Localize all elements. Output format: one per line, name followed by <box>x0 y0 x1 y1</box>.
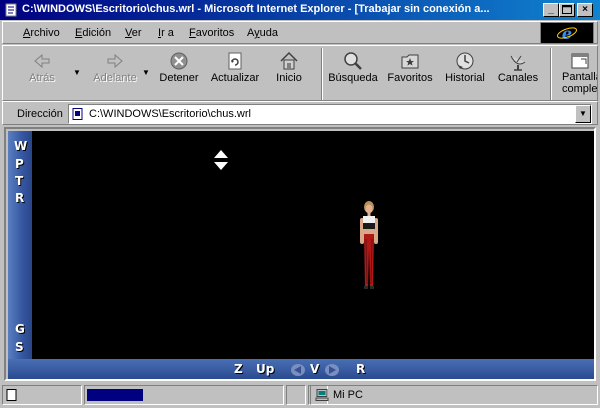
stop-label: Detener <box>159 72 199 84</box>
refresh-button[interactable]: Actualizar <box>207 46 263 102</box>
chevron-down-icon: ▼ <box>579 109 587 118</box>
stop-icon <box>170 52 188 70</box>
refresh-label: Actualizar <box>210 72 260 84</box>
menu-bar: Archivo Edición Ver Ir a Favoritos Ayuda <box>2 21 598 44</box>
satellite-dish-icon <box>510 55 526 71</box>
forward-dropdown-icon[interactable]: ▼ <box>142 68 150 77</box>
next-viewpoint-icon[interactable] <box>324 363 340 377</box>
toolbar: Atrás ▼ Adelante ▼ Detener Actualizar In… <box>2 45 598 101</box>
home-button[interactable]: Inicio <box>269 46 309 102</box>
favorites-button[interactable]: Favoritos <box>385 46 435 102</box>
ie-logo: e <box>540 22 594 44</box>
menu-edicion[interactable]: Edición <box>75 27 111 39</box>
computer-icon <box>315 389 329 401</box>
goto-button[interactable]: G <box>15 322 25 336</box>
walk-button[interactable]: W <box>14 139 27 153</box>
toolbar-separator <box>550 48 552 100</box>
zone-label: Mi PC <box>333 389 363 401</box>
title-bar[interactable]: C:\WINDOWS\Escritorio\chus.wrl - Microso… <box>0 0 600 20</box>
address-bar: Dirección C:\WINDOWS\Escritorio\chus.wrl… <box>2 101 598 125</box>
refresh-icon <box>228 52 242 70</box>
search-icon <box>344 52 362 70</box>
favorites-folder-icon <box>401 54 419 69</box>
minimize-button[interactable]: _ <box>543 3 559 17</box>
menu-ayuda[interactable]: Ayuda <box>247 27 278 39</box>
maximize-button[interactable] <box>559 3 575 17</box>
history-label: Historial <box>445 72 485 84</box>
address-dropdown-button[interactable]: ▼ <box>575 105 591 123</box>
vrml-bottom-navbar: Z Up V R <box>8 359 594 379</box>
address-value[interactable]: C:\WINDOWS\Escritorio\chus.wrl <box>89 108 251 120</box>
history-icon <box>456 52 474 70</box>
address-label: Dirección <box>17 108 63 120</box>
close-icon: × <box>582 4 588 15</box>
page-icon <box>72 108 83 120</box>
history-button[interactable]: Historial <box>441 46 489 102</box>
back-button[interactable]: Atrás <box>17 46 67 102</box>
window-title: C:\WINDOWS\Escritorio\chus.wrl - Microso… <box>22 3 490 15</box>
favorites-label: Favoritos <box>387 72 433 84</box>
progress-bar <box>84 385 284 405</box>
document-icon <box>5 3 17 17</box>
progress-fill <box>87 389 143 401</box>
home-label: Inicio <box>276 72 302 84</box>
roll-button[interactable]: R <box>15 191 24 205</box>
arrow-right-icon <box>107 53 123 69</box>
search-label: Búsqueda <box>328 72 378 84</box>
viewpoints-button[interactable]: V <box>310 362 319 376</box>
vrml-left-navbar: W P T R G S <box>8 131 32 379</box>
turn-button[interactable]: T <box>15 174 23 188</box>
forward-button[interactable]: Adelante <box>87 46 143 102</box>
svg-text:e: e <box>562 24 572 43</box>
page-status-icon <box>6 389 17 401</box>
address-input[interactable]: C:\WINDOWS\Escritorio\chus.wrl ▼ <box>68 104 592 124</box>
study-button[interactable]: S <box>15 340 24 354</box>
zone-pane: Mi PC <box>310 385 598 405</box>
stop-button[interactable]: Detener <box>156 46 202 102</box>
fullscreen-label: Pantalla completa <box>562 71 597 95</box>
arrow-left-icon <box>34 53 50 69</box>
avatar-figure <box>360 201 378 289</box>
menu-archivo[interactable]: Archivo <box>23 27 60 39</box>
fullscreen-icon <box>571 53 589 69</box>
navigation-cursor-icon <box>214 150 228 170</box>
home-icon <box>280 51 298 70</box>
restore-button[interactable]: R <box>356 362 365 376</box>
menu-ir-a[interactable]: Ir a <box>158 27 174 39</box>
toolbar-separator <box>321 48 323 100</box>
channels-label: Canales <box>497 72 539 84</box>
prev-viewpoint-icon[interactable] <box>290 363 306 377</box>
status-pane-empty <box>286 385 306 405</box>
content-frame: W P T R G S Z Up V R <box>4 127 596 381</box>
vrml-scene-viewport[interactable] <box>32 131 594 359</box>
menu-ver[interactable]: Ver <box>125 27 142 39</box>
zoom-button[interactable]: Z <box>234 362 243 376</box>
menu-favoritos[interactable]: Favoritos <box>189 27 234 39</box>
channels-button[interactable]: Canales <box>495 46 541 102</box>
pan-button[interactable]: P <box>15 157 24 171</box>
minimize-icon: _ <box>548 4 554 15</box>
close-button[interactable]: × <box>577 3 593 17</box>
search-button[interactable]: Búsqueda <box>325 46 381 102</box>
forward-label: Adelante <box>93 72 137 84</box>
fullscreen-button[interactable]: Pantalla completa <box>554 46 597 102</box>
ie-throbber-icon: e <box>557 24 577 43</box>
status-text-pane <box>2 385 82 405</box>
back-dropdown-icon[interactable]: ▼ <box>73 68 81 77</box>
back-label: Atrás <box>29 72 55 84</box>
up-button[interactable]: Up <box>256 362 274 376</box>
maximize-icon <box>562 5 572 14</box>
status-bar: Mi PC <box>2 384 598 406</box>
